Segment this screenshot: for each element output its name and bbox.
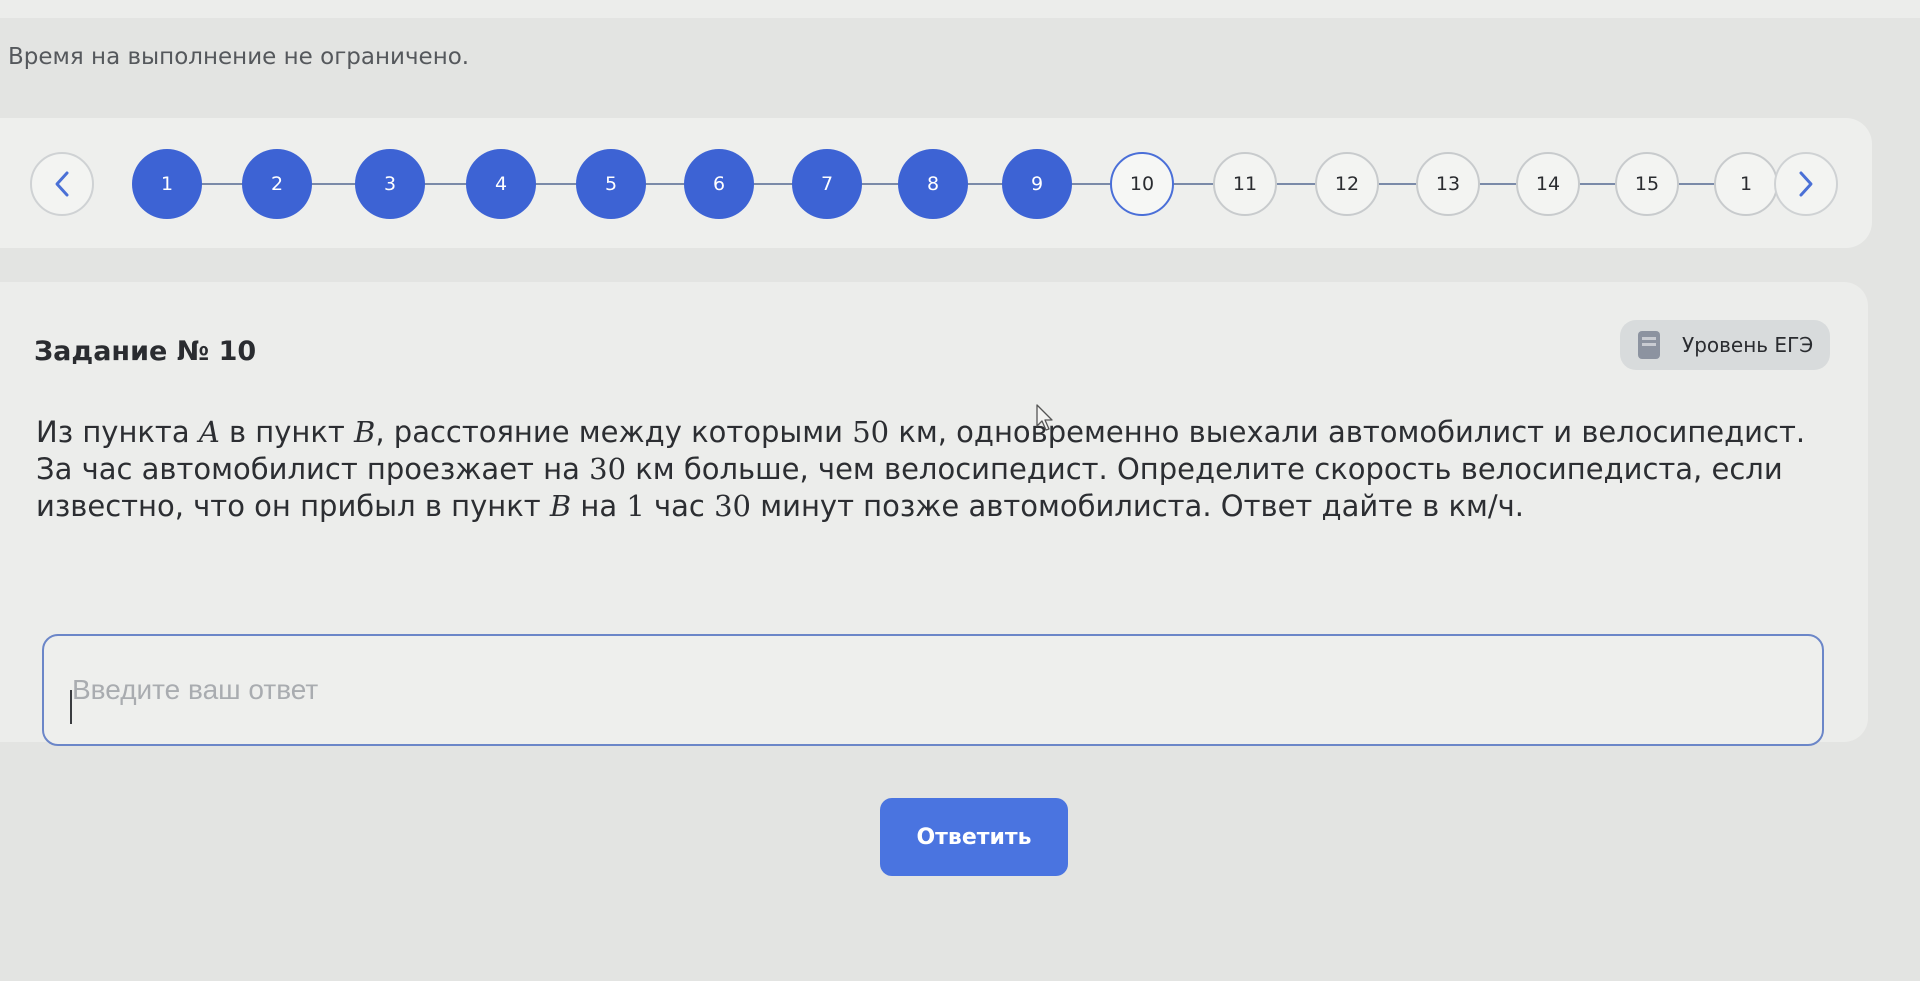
document-icon [1638, 331, 1660, 359]
task-text-part: Из пункта [36, 415, 199, 449]
point-b-symbol: B [549, 489, 572, 523]
step-8-button[interactable]: 8 [898, 149, 968, 219]
task-text-part: в пункт [219, 415, 355, 449]
step-12-button[interactable]: 12 [1315, 152, 1379, 216]
step-7-button[interactable]: 7 [792, 149, 862, 219]
speed-difference-value: 30 [589, 452, 627, 486]
step-6-button[interactable]: 6 [684, 149, 754, 219]
task-text-part: , расстояние между которыми [375, 415, 853, 449]
task-text-part: час [644, 489, 715, 523]
step-11-button[interactable]: 11 [1213, 152, 1277, 216]
step-9-button[interactable]: 9 [1002, 149, 1072, 219]
time-limit-note: Время на выполнение не ограничено. [8, 44, 470, 70]
task-title: Задание № 10 [34, 336, 257, 367]
step-10-button[interactable]: 10 [1110, 152, 1174, 216]
distance-value: 50 [852, 415, 890, 449]
task-statement: Из пункта A в пункт B, расстояние между … [36, 414, 1836, 525]
level-badge-label: Уровень ЕГЭ [1682, 333, 1814, 357]
hours-value: 1 [626, 489, 645, 523]
step-14-button[interactable]: 14 [1516, 152, 1580, 216]
step-3-button[interactable]: 3 [355, 149, 425, 219]
step-16-button[interactable]: 1 [1714, 152, 1778, 216]
task-text-part: минут позже автомобилиста. Ответ дайте в… [751, 489, 1524, 523]
point-b-symbol: B [354, 415, 376, 449]
answer-input[interactable] [42, 634, 1824, 746]
minutes-value: 30 [714, 489, 751, 523]
level-badge: Уровень ЕГЭ [1620, 320, 1830, 370]
chevron-right-icon [1795, 169, 1817, 199]
next-task-button[interactable] [1774, 152, 1838, 216]
step-5-button[interactable]: 5 [576, 149, 646, 219]
step-15-button[interactable]: 15 [1615, 152, 1679, 216]
submit-answer-button[interactable]: Ответить [880, 798, 1068, 876]
previous-task-button[interactable] [30, 152, 94, 216]
top-strip [0, 0, 1920, 18]
text-caret [70, 690, 72, 724]
step-2-button[interactable]: 2 [242, 149, 312, 219]
chevron-left-icon [51, 169, 73, 199]
mouse-pointer-icon [1036, 404, 1056, 436]
step-4-button[interactable]: 4 [466, 149, 536, 219]
step-13-button[interactable]: 13 [1416, 152, 1480, 216]
point-a-symbol: A [198, 415, 220, 449]
task-text-part: на [571, 489, 627, 523]
step-1-button[interactable]: 1 [132, 149, 202, 219]
